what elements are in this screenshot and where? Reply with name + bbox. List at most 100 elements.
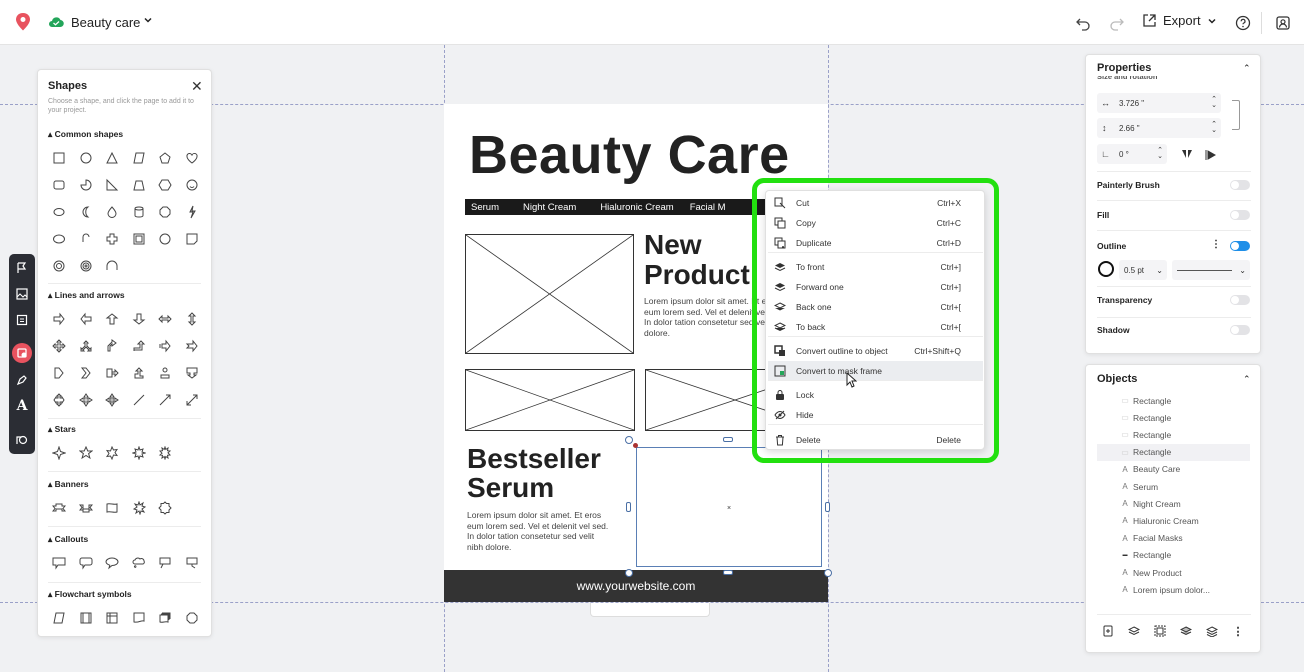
star-4-icon[interactable] <box>50 444 68 462</box>
wave-banner-icon[interactable] <box>103 499 121 517</box>
oval-callout-icon[interactable] <box>103 554 121 572</box>
new-product-heading[interactable]: New Product <box>644 230 750 290</box>
layers-icon[interactable] <box>1178 623 1194 639</box>
section-flowchart[interactable]: ▴ Flowchart symbols <box>48 589 132 600</box>
resize-handle-top[interactable] <box>723 437 733 442</box>
bestseller-heading[interactable]: Bestseller Serum <box>467 444 601 502</box>
star-8-icon[interactable] <box>130 444 148 462</box>
painterly-brush-toggle[interactable] <box>1230 180 1250 190</box>
section-callouts[interactable]: ▴ Callouts <box>48 534 88 545</box>
close-icon[interactable]: ✕ <box>191 78 203 95</box>
section-banners[interactable]: ▴ Banners <box>48 479 89 490</box>
right-triangle-shape-icon[interactable] <box>103 176 121 194</box>
seal-banner-icon[interactable] <box>156 499 174 517</box>
more-options-icon[interactable]: ⋮ <box>1211 239 1221 250</box>
internal-storage-icon[interactable] <box>103 609 121 627</box>
section-lines-arrows[interactable]: ▴ Lines and arrows <box>48 290 125 301</box>
section-common-shapes[interactable]: ▴ Common shapes <box>48 129 123 140</box>
star-5-icon[interactable] <box>77 444 95 462</box>
line-double-arrow-icon[interactable] <box>183 391 201 409</box>
rotation-input[interactable]: ∟ 0 ° ⌃ ⌄ <box>1097 144 1167 164</box>
person-arrow-icon[interactable] <box>156 364 174 382</box>
cylinder-shape-icon[interactable] <box>130 203 148 221</box>
frame-shape-icon[interactable] <box>130 230 148 248</box>
octagon-shape-icon[interactable] <box>156 203 174 221</box>
document-flow-icon[interactable] <box>130 609 148 627</box>
multi-document-icon[interactable] <box>156 609 174 627</box>
object-item[interactable]: ━ Rectangle <box>1097 547 1250 564</box>
cross-shape-icon[interactable] <box>103 230 121 248</box>
ribbon-banner-icon[interactable] <box>50 499 68 517</box>
transparency-toggle[interactable] <box>1230 295 1250 305</box>
outline-color-swatch[interactable] <box>1098 261 1114 277</box>
drop-shape-icon[interactable] <box>103 203 121 221</box>
object-item[interactable]: A Serum <box>1097 478 1250 495</box>
pen-tool-icon[interactable] <box>14 372 30 388</box>
object-item[interactable]: ▭ Rectangle <box>1097 426 1250 443</box>
category-item[interactable]: Facial M <box>680 202 732 213</box>
image-tool-icon[interactable] <box>14 286 30 302</box>
section-stars[interactable]: ▴ Stars <box>48 424 76 435</box>
account-button[interactable] <box>1272 12 1294 34</box>
help-button[interactable] <box>1232 12 1254 34</box>
pentagon-arrow-icon[interactable] <box>50 364 68 382</box>
pentagon-shape-icon[interactable] <box>156 149 174 167</box>
page-footer[interactable]: www.yourwebsite.com <box>444 570 828 602</box>
arrow-quad-icon[interactable] <box>50 337 68 355</box>
arrow-left-right-icon[interactable] <box>156 310 174 328</box>
lock-ratio-icon[interactable] <box>1232 100 1240 130</box>
arrow-curved-icon[interactable] <box>130 364 148 382</box>
diamond-arrow-icon[interactable] <box>103 391 121 409</box>
shadow-toggle[interactable] <box>1230 325 1250 335</box>
collapse-icon[interactable]: ⌃ <box>1243 63 1251 74</box>
floating-toolbar[interactable] <box>590 603 710 617</box>
object-item[interactable]: ▭ Rectangle <box>1097 443 1250 461</box>
arrow-up-down-icon[interactable] <box>183 310 201 328</box>
arrow-up-icon[interactable] <box>103 310 121 328</box>
export-button[interactable]: Export <box>1142 13 1217 28</box>
project-title[interactable]: Beauty care <box>71 15 140 30</box>
heart-shape-icon[interactable] <box>183 149 201 167</box>
line-icon[interactable] <box>130 391 148 409</box>
arrow-right-icon[interactable] <box>50 310 68 328</box>
arrow-striped-icon[interactable] <box>156 337 174 355</box>
group-icon[interactable] <box>1152 623 1168 639</box>
object-item[interactable]: A New Product <box>1097 564 1250 581</box>
data-flow-icon[interactable] <box>50 609 68 627</box>
square-shape-icon[interactable] <box>50 149 68 167</box>
process-flow-icon[interactable] <box>77 609 95 627</box>
arrow-tri-icon[interactable] <box>77 337 95 355</box>
lorem-text-bottom[interactable]: Lorem ipsum dolor sit amet. Et eros eum … <box>467 510 612 552</box>
four-way-icon[interactable] <box>77 391 95 409</box>
resize-handle-bottom-right[interactable] <box>824 569 832 577</box>
connector-flow-icon[interactable] <box>183 609 201 627</box>
ellipse-shape-icon[interactable] <box>50 203 68 221</box>
smiley-shape-icon[interactable] <box>183 176 201 194</box>
object-item[interactable]: A Hialuronic Cream <box>1097 512 1250 529</box>
arc-shape-icon[interactable] <box>77 230 95 248</box>
fill-toggle[interactable] <box>1230 210 1250 220</box>
category-item[interactable]: Hialuronic Cream <box>582 202 679 213</box>
cloud-callout-icon[interactable] <box>130 554 148 572</box>
undo-button[interactable] <box>1072 12 1094 34</box>
star-burst-icon[interactable] <box>156 444 174 462</box>
stepper-icon[interactable]: ⌃ ⌄ <box>1211 96 1217 109</box>
object-item[interactable]: A Night Cream <box>1097 495 1250 512</box>
line-style-select[interactable]: ⌄ <box>1172 260 1250 280</box>
block-arc-shape-icon[interactable] <box>103 257 121 275</box>
triangle-shape-icon[interactable] <box>103 149 121 167</box>
object-item[interactable]: A Facial Masks <box>1097 530 1250 547</box>
explosion-banner-icon[interactable] <box>130 499 148 517</box>
parallelogram-shape-icon[interactable] <box>130 149 148 167</box>
selected-rectangle[interactable]: × <box>636 447 822 567</box>
rounded-rect-shape-icon[interactable] <box>50 176 68 194</box>
more-options-icon[interactable]: ⋮ <box>1230 623 1246 639</box>
chevron-arrow-icon[interactable] <box>77 364 95 382</box>
redo-button[interactable] <box>1106 12 1128 34</box>
rounded-callout-icon[interactable] <box>77 554 95 572</box>
star-6-icon[interactable] <box>103 444 121 462</box>
line-callout-icon[interactable] <box>156 554 174 572</box>
effects-tool-icon[interactable] <box>14 431 30 447</box>
layers-up-icon[interactable] <box>1126 623 1142 639</box>
bent-callout-icon[interactable] <box>183 554 201 572</box>
